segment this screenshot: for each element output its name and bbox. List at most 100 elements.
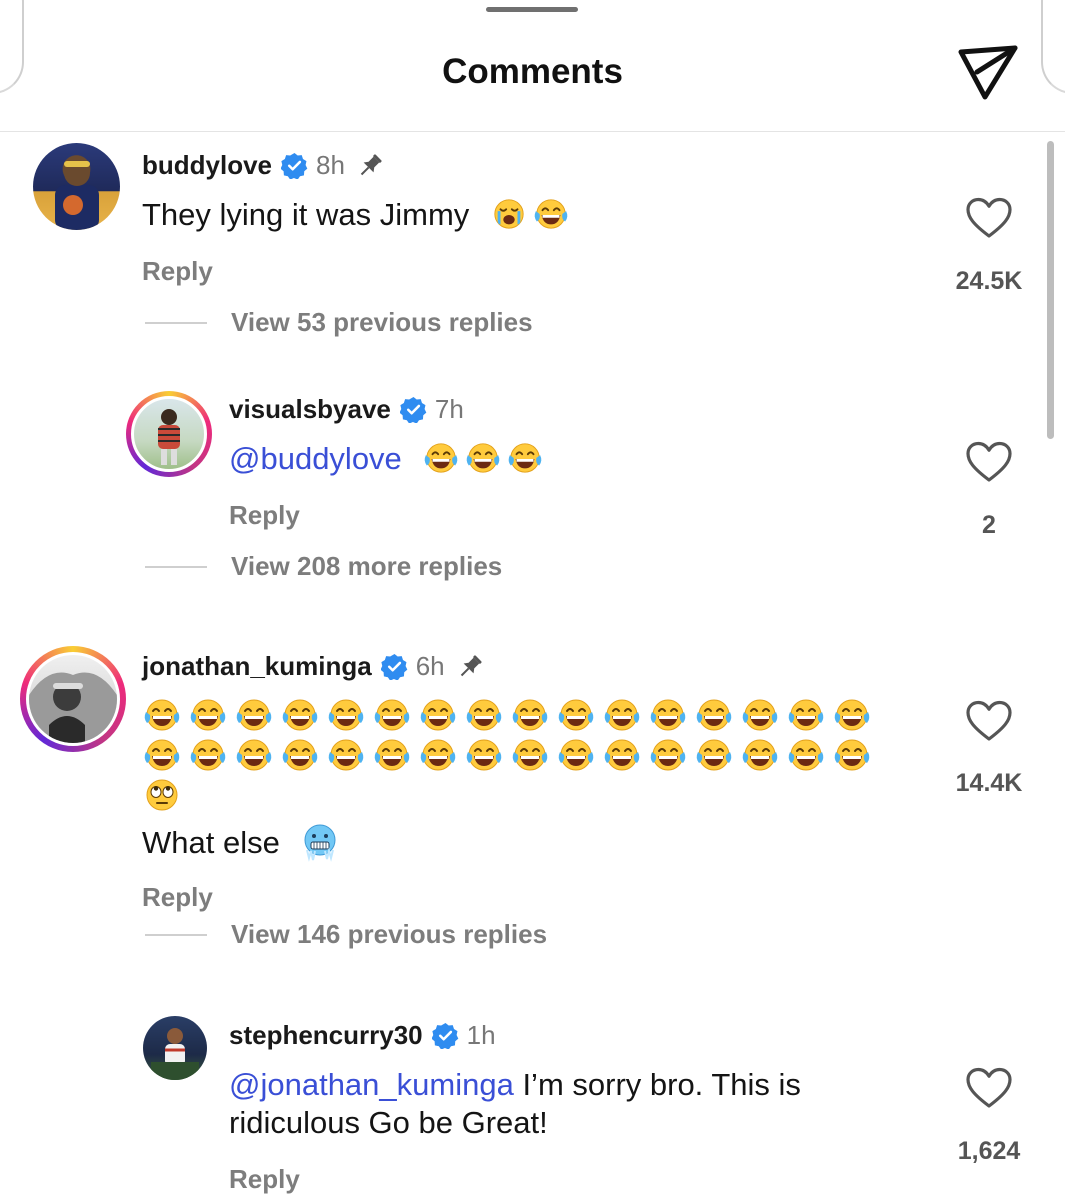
- thread-line: [145, 933, 207, 936]
- avatar: [26, 652, 120, 746]
- tears-of-joy-emoji-icon: [532, 197, 570, 231]
- avatar-photo-icon: [55, 160, 99, 230]
- tears-of-joy-emoji-icon: [556, 737, 596, 773]
- tears-of-joy-emoji-icon: [280, 697, 320, 733]
- tears-of-joy-emoji-icon: [832, 697, 872, 733]
- tears-of-joy-emoji-icon: [372, 737, 412, 773]
- tears-of-joy-emoji-icon: [234, 697, 274, 733]
- tears-of-joy-emoji-icon: [326, 737, 366, 773]
- mention-link[interactable]: @buddylove: [229, 441, 402, 476]
- tears-of-joy-emoji-icon: [510, 737, 550, 773]
- tears-of-joy-emoji-icon: [418, 737, 458, 773]
- view-replies-label: View 146 previous replies: [231, 919, 548, 949]
- tears-of-joy-emoji-icon: [740, 737, 780, 773]
- story-ring[interactable]: [126, 391, 212, 477]
- thread-line: [145, 321, 207, 324]
- tears-of-joy-emoji-icon: [648, 737, 688, 773]
- like-count: 14.4K: [955, 769, 1023, 797]
- mention-link[interactable]: @jonathan_kuminga: [229, 1067, 514, 1102]
- pin-icon: [455, 652, 485, 682]
- share-icon[interactable]: [955, 42, 1021, 102]
- header-divider: [0, 131, 1065, 132]
- loudly-crying-emoji-icon: [490, 197, 528, 231]
- tears-of-joy-emoji-icon: [786, 697, 826, 733]
- emoji-row: [142, 697, 878, 733]
- like-count: 1,624: [957, 1137, 1021, 1165]
- avatar[interactable]: [33, 143, 120, 230]
- comment-time: 7h: [434, 394, 464, 424]
- tears-of-joy-emoji-icon: [510, 697, 550, 733]
- avatar: [131, 396, 207, 472]
- heart-icon[interactable]: [965, 197, 1013, 239]
- heart-icon[interactable]: [965, 1067, 1013, 1109]
- tears-of-joy-emoji-icon: [280, 737, 320, 773]
- tears-of-joy-emoji-icon: [602, 737, 642, 773]
- tears-of-joy-emoji-icon: [372, 697, 412, 733]
- tears-of-joy-emoji-icon: [694, 737, 734, 773]
- username[interactable]: jonathan_kuminga: [142, 651, 372, 682]
- reply-button[interactable]: Reply: [142, 882, 213, 913]
- tears-of-joy-emoji-icon: [648, 697, 688, 733]
- story-ring[interactable]: [20, 646, 126, 752]
- avatar-photo-icon: [158, 409, 180, 465]
- verified-badge-icon: [400, 396, 427, 423]
- comment-time: 6h: [415, 651, 445, 681]
- view-replies-link[interactable]: View 53 previous replies: [145, 307, 533, 338]
- comment-body: They lying it was Jimmy: [142, 197, 470, 232]
- tears-of-joy-emoji-icon: [418, 697, 458, 733]
- emoji-row: [142, 737, 878, 773]
- tears-of-joy-emoji-icon: [234, 737, 274, 773]
- comment-text: They lying it was Jimmy: [142, 196, 842, 234]
- tears-of-joy-emoji-icon: [188, 737, 228, 773]
- heart-icon[interactable]: [965, 441, 1013, 483]
- comment-body: What else: [142, 825, 280, 860]
- comment-body-line2: ridiculous Go be Great!: [229, 1105, 548, 1140]
- tears-of-joy-emoji-icon: [464, 737, 504, 773]
- tears-of-joy-emoji-icon: [464, 441, 502, 475]
- tears-of-joy-emoji-icon: [422, 441, 460, 475]
- comment-body-line1: I’m sorry bro. This is: [513, 1067, 801, 1102]
- reply-button[interactable]: Reply: [142, 256, 213, 287]
- emoji-row: [142, 777, 188, 813]
- comments-sheet: Comments buddylove 8h They lying it was …: [0, 0, 1065, 1200]
- page-title: Comments: [442, 52, 623, 91]
- comment-text: @buddylove: [229, 440, 929, 478]
- like-count: 24.5K: [955, 267, 1023, 295]
- tears-of-joy-emoji-icon: [694, 697, 734, 733]
- username[interactable]: visualsbyave: [229, 394, 391, 425]
- verified-badge-icon: [432, 1022, 459, 1049]
- tears-of-joy-emoji-icon: [464, 697, 504, 733]
- cold-face-emoji-icon: [300, 822, 340, 862]
- tears-of-joy-emoji-icon: [602, 697, 642, 733]
- tears-of-joy-emoji-icon: [188, 697, 228, 733]
- verified-badge-icon: [381, 653, 408, 680]
- view-replies-link[interactable]: View 146 previous replies: [145, 919, 547, 950]
- username[interactable]: stephencurry30: [229, 1020, 423, 1051]
- tears-of-joy-emoji-icon: [506, 441, 544, 475]
- verified-badge-icon: [281, 152, 308, 179]
- comment-time: 8h: [316, 150, 345, 180]
- comment-text: @jonathan_kuminga I’m sorry bro. This is…: [229, 1066, 929, 1142]
- tears-of-joy-emoji-icon: [740, 697, 780, 733]
- heart-icon[interactable]: [965, 700, 1013, 742]
- reply-button[interactable]: Reply: [229, 500, 300, 531]
- eye-roll-emoji-icon: [142, 777, 182, 813]
- scrollbar[interactable]: [1047, 141, 1054, 439]
- view-replies-label: View 208 more replies: [231, 551, 503, 581]
- view-replies-link[interactable]: View 208 more replies: [145, 551, 502, 582]
- username[interactable]: buddylove: [142, 150, 272, 181]
- comment-time: 1h: [466, 1020, 496, 1050]
- tears-of-joy-emoji-icon: [326, 697, 366, 733]
- avatar[interactable]: [143, 1016, 207, 1080]
- pin-icon: [355, 151, 385, 181]
- thread-line: [145, 565, 207, 568]
- drag-handle[interactable]: [486, 7, 578, 12]
- tears-of-joy-emoji-icon: [142, 697, 182, 733]
- like-count: 2: [982, 511, 996, 539]
- comment-text: What else: [142, 822, 842, 862]
- reply-button[interactable]: Reply: [229, 1164, 300, 1195]
- tears-of-joy-emoji-icon: [832, 737, 872, 773]
- tears-of-joy-emoji-icon: [142, 737, 182, 773]
- tears-of-joy-emoji-icon: [786, 737, 826, 773]
- avatar-photo-icon: [151, 1028, 199, 1080]
